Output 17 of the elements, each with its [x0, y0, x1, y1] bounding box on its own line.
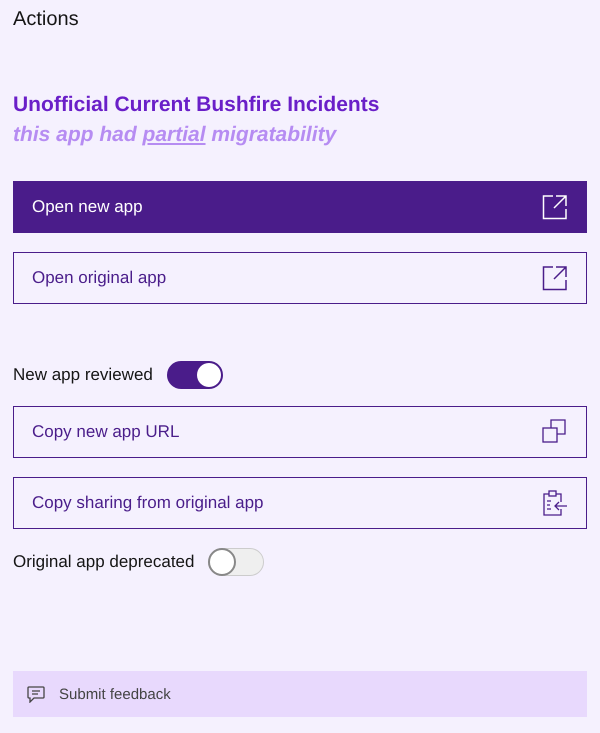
- copy-icon: [542, 419, 568, 445]
- launch-icon: [542, 265, 568, 291]
- clipboard-icon: [542, 490, 568, 516]
- action-button[interactable]: Open original app: [13, 252, 587, 304]
- toggle-label: New app reviewed: [13, 365, 153, 385]
- panel-title: Actions: [13, 8, 80, 31]
- app-title: Unofficial Current Bushfire Incidents: [13, 93, 380, 117]
- action-button[interactable]: Copy new app URL: [13, 406, 587, 458]
- action-button[interactable]: Open new app: [13, 181, 587, 233]
- action-button[interactable]: Copy sharing from original app: [13, 477, 587, 529]
- feedback-label: Submit feedback: [59, 686, 171, 702]
- launch-icon: [542, 194, 568, 220]
- toggle-label: Original app deprecated: [13, 552, 194, 572]
- chat-icon: [27, 686, 45, 702]
- feedback-bar[interactable]: Submit feedback: [13, 671, 587, 717]
- toggle-switch[interactable]: [166, 361, 223, 389]
- migratability-note: this app had partial migratability: [13, 123, 338, 147]
